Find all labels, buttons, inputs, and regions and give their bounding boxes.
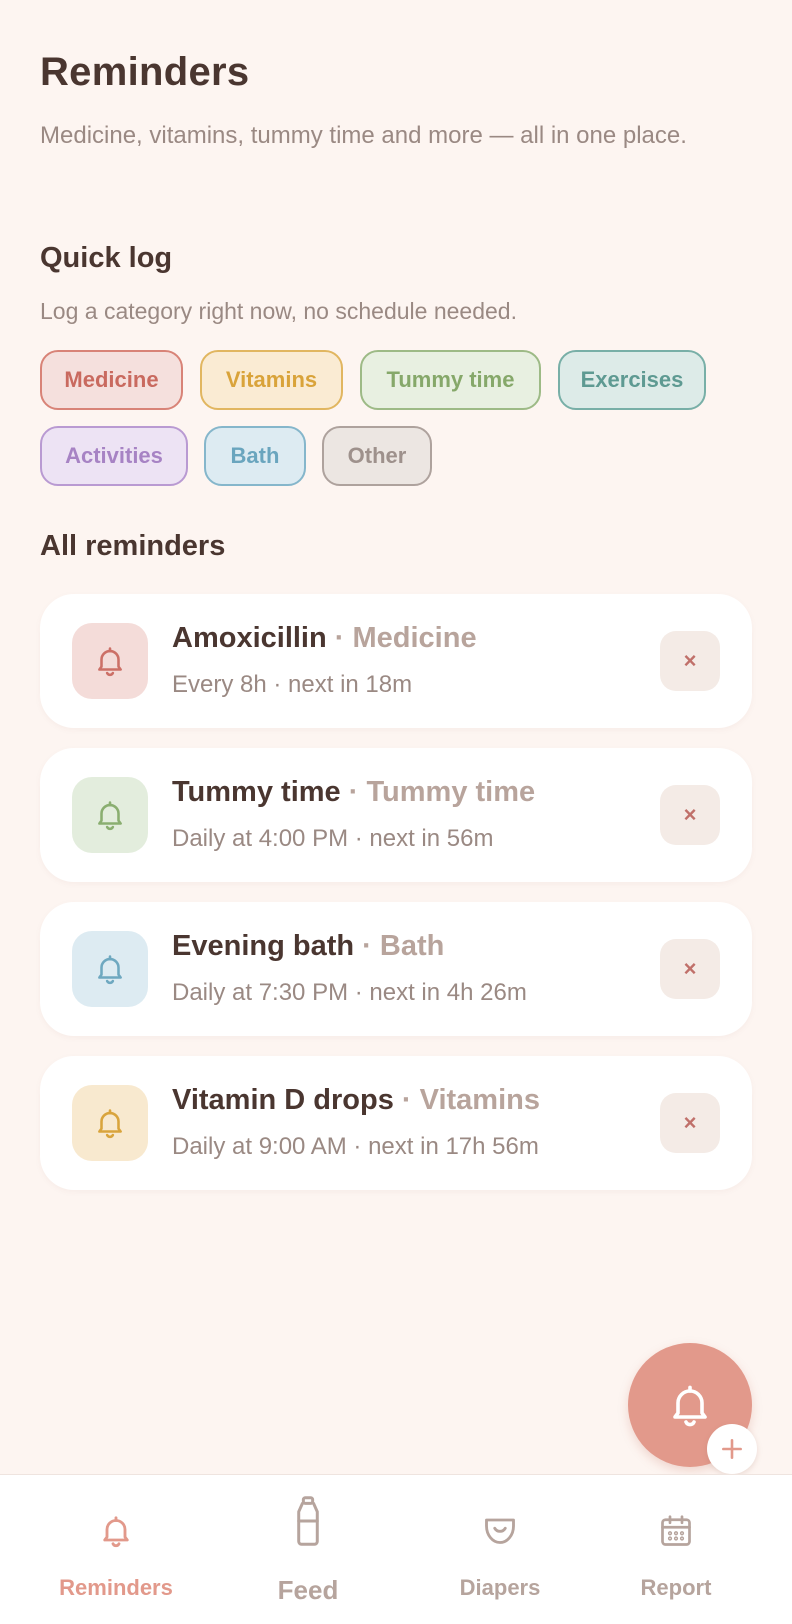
reminder-category: Medicine <box>352 622 477 654</box>
calendar-icon <box>661 1515 691 1546</box>
close-icon: × <box>683 1110 697 1135</box>
chip-activities[interactable]: Activities <box>40 426 188 486</box>
bell-icon <box>98 955 122 985</box>
quick-log-title: Quick log <box>40 242 173 274</box>
bell-icon <box>673 1385 707 1427</box>
close-icon: × <box>683 956 697 981</box>
reminder-title: Evening bath · Bath <box>172 930 444 963</box>
tab-report[interactable]: Report <box>596 1475 756 1624</box>
reminder-card[interactable]: Evening bath · Bath Daily at 7:30 PM · n… <box>40 902 752 1036</box>
reminder-title: Tummy time · Tummy time <box>172 776 535 809</box>
tab-reminders[interactable]: Reminders <box>36 1475 196 1624</box>
reminder-icon-box <box>72 777 148 853</box>
title-separator: · <box>334 622 345 654</box>
reminders-screen: Reminders Medicine, vitamins, tummy time… <box>0 0 792 1624</box>
reminder-name: Evening bath <box>172 930 355 962</box>
reminder-schedule: Daily at 7:30 PM · next in 4h 26m <box>172 979 527 1006</box>
bell-icon <box>98 1109 122 1139</box>
title-separator: · <box>401 1084 412 1116</box>
tab-label: Feed <box>277 1575 339 1605</box>
reminder-name: Tummy time <box>172 776 341 808</box>
bell-icon <box>98 647 122 677</box>
quick-log-subtitle: Log a category right now, no schedule ne… <box>40 298 517 324</box>
title-separator: · <box>362 930 372 962</box>
delete-reminder-button[interactable]: × <box>660 1093 720 1153</box>
bottle-icon <box>297 1496 319 1546</box>
bottom-tab-bar: Reminders Feed Diapers Report <box>0 1474 792 1624</box>
reminder-icon-box <box>72 931 148 1007</box>
reminder-title: Amoxicillin · Medicine <box>172 622 477 655</box>
page-subtitle: Medicine, vitamins, tummy time and more … <box>40 122 687 149</box>
reminder-name: Vitamin D drops <box>172 1084 394 1116</box>
tab-label: Reminders <box>59 1575 173 1600</box>
chip-vitamins[interactable]: Vitamins <box>200 350 343 410</box>
chip-other[interactable]: Other <box>322 426 432 486</box>
reminder-schedule: Every 8h · next in 18m <box>172 671 413 698</box>
tab-diapers[interactable]: Diapers <box>420 1475 580 1624</box>
chip-bath[interactable]: Bath <box>204 426 306 486</box>
diaper-icon <box>485 1518 515 1544</box>
page-title: Reminders <box>40 50 250 94</box>
chip-tummy-time[interactable]: Tummy time <box>360 350 541 410</box>
reminder-schedule: Daily at 4:00 PM · next in 56m <box>172 825 494 852</box>
reminder-category: Tummy time <box>366 776 536 808</box>
reminder-category: Vitamins <box>419 1084 540 1116</box>
delete-reminder-button[interactable]: × <box>660 631 720 691</box>
title-separator: · <box>348 776 359 808</box>
all-reminders-title: All reminders <box>40 530 226 562</box>
reminder-icon-box <box>72 623 148 699</box>
reminder-card[interactable]: Amoxicillin · Medicine Every 8h · next i… <box>40 594 752 728</box>
chip-medicine[interactable]: Medicine <box>40 350 183 410</box>
close-icon: × <box>683 648 697 673</box>
delete-reminder-button[interactable]: × <box>660 939 720 999</box>
chip-exercises[interactable]: Exercises <box>558 350 706 410</box>
bell-icon <box>98 801 122 831</box>
tab-label: Diapers <box>459 1575 541 1600</box>
reminder-card[interactable]: Vitamin D drops · Vitamins Daily at 9:00… <box>40 1056 752 1190</box>
reminder-card[interactable]: Tummy time · Tummy time Daily at 4:00 PM… <box>40 748 752 882</box>
tab-feed[interactable]: Feed <box>228 1475 388 1624</box>
reminder-icon-box <box>72 1085 148 1161</box>
reminder-title: Vitamin D drops · Vitamins <box>172 1084 540 1117</box>
close-icon: × <box>683 802 697 827</box>
bell-icon <box>103 1516 129 1548</box>
delete-reminder-button[interactable]: × <box>660 785 720 845</box>
tab-label: Report <box>640 1575 712 1600</box>
plus-icon[interactable] <box>707 1424 757 1474</box>
reminder-category: Bath <box>379 930 445 962</box>
reminder-name: Amoxicillin <box>172 622 327 654</box>
reminder-schedule: Daily at 9:00 AM · next in 17h 56m <box>172 1133 539 1160</box>
